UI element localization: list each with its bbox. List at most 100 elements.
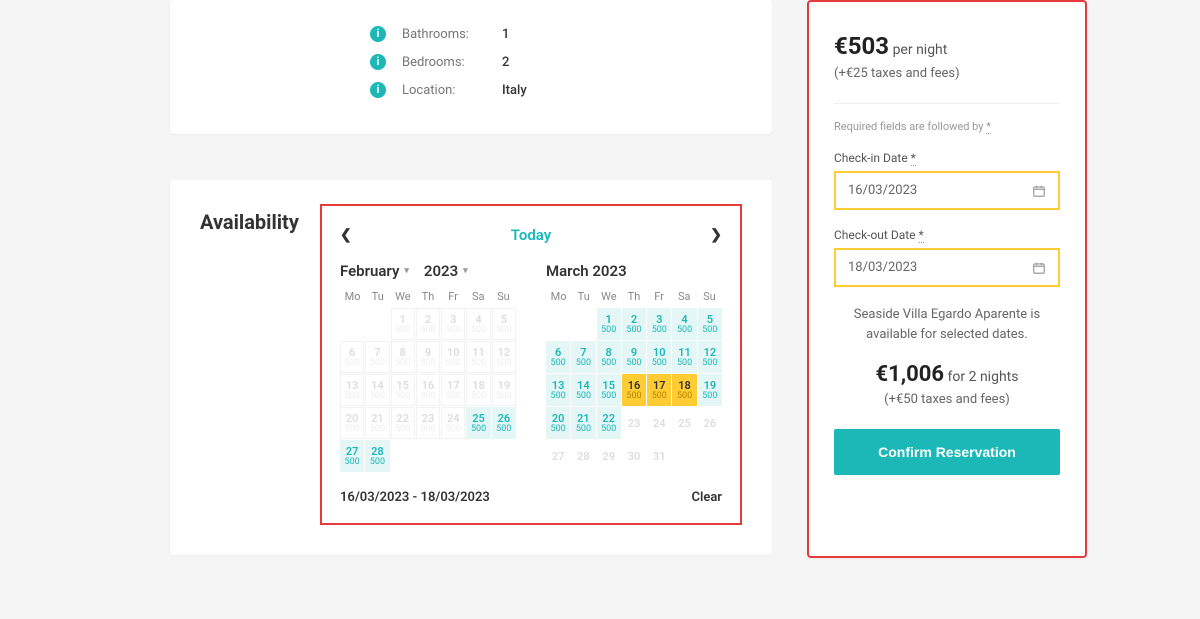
prev-month-button[interactable]: ❮ [340,227,352,243]
calendar-day[interactable]: 4500 [672,308,696,340]
calendar-day[interactable]: 12500 [698,341,722,373]
calendar-day: 22500 [391,407,415,439]
calendar-day[interactable]: 28500 [365,440,389,472]
calendar-day[interactable]: 3500 [647,308,671,340]
dow-label: Su [491,290,516,303]
calendar-month-march: March 2023 MoTuWeThFrSaSu 15002500350045… [546,262,722,472]
calendar-day [546,308,570,340]
calendar-day: 29 [597,440,621,472]
calendar-day[interactable]: 22500 [597,407,621,439]
calendar-day[interactable]: 5500 [698,308,722,340]
calendar-day[interactable]: 21500 [571,407,595,439]
calendar-day[interactable]: 18500 [672,374,696,406]
calendar-day[interactable]: 25500 [466,407,490,439]
calendar-day: 26 [698,407,722,439]
total-value: €1,006 [876,362,945,387]
dow-label: Tu [571,290,596,303]
calendar-day: 9500 [416,341,440,373]
clear-button[interactable]: Clear [691,490,722,505]
checkin-input-wrap[interactable] [834,171,1060,210]
calendar-day[interactable]: 8500 [597,341,621,373]
bathrooms-label: Bathrooms: [402,27,502,42]
calendar-day: 11500 [466,341,490,373]
chevron-down-icon: ▾ [404,266,409,276]
detail-row-location: i Location: Italy [200,76,742,104]
price-value: €503 [834,32,889,60]
calendar-day: 19500 [492,374,516,406]
calendar-day[interactable]: 1500 [597,308,621,340]
calendar-day[interactable]: 7500 [571,341,595,373]
calendar-day[interactable]: 9500 [622,341,646,373]
taxes-per-night: (+€25 taxes and fees) [834,66,1060,81]
calendar-day[interactable]: 14500 [571,374,595,406]
calendar-icon [1032,261,1046,275]
calendar-day: 28 [571,440,595,472]
month-title-march: March 2023 [546,262,722,280]
dow-label: Mo [546,290,571,303]
calendar-day [365,308,389,340]
calendar-day: 1500 [391,308,415,340]
calendar-day [340,308,364,340]
calendar-day: 2500 [416,308,440,340]
month-select[interactable]: February ▾ [340,262,409,280]
calendar-day: 10500 [441,341,465,373]
bedrooms-label: Bedrooms: [402,55,502,70]
calendar-day[interactable]: 19500 [698,374,722,406]
calendar-day[interactable]: 27500 [340,440,364,472]
calendar-day: 27 [546,440,570,472]
dow-label: Th [415,290,440,303]
calendar-day: 24500 [441,407,465,439]
next-month-button[interactable]: ❯ [710,227,722,243]
calendar-day: 6500 [340,341,364,373]
year-select[interactable]: 2023 ▾ [424,262,468,280]
calendar-day[interactable]: 20500 [546,407,570,439]
checkin-input[interactable] [848,183,1032,198]
required-fields-note: Required fields are followed by * [834,120,1060,133]
calendar-day: 8500 [391,341,415,373]
calendar-day: 7500 [365,341,389,373]
location-value: Italy [502,83,527,98]
checkout-input[interactable] [848,260,1032,275]
calendar-day: 3500 [441,308,465,340]
calendar-icon [1032,184,1046,198]
info-icon: i [370,82,386,98]
dow-label: Sa [466,290,491,303]
calendar-day[interactable]: 13500 [546,374,570,406]
availability-message: Seaside Villa Egardo Aparente is availab… [834,305,1060,344]
calendar-day[interactable]: 10500 [647,341,671,373]
calendar-day: 31 [647,440,671,472]
confirm-reservation-button[interactable]: Confirm Reservation [834,429,1060,475]
calendar-day: 15500 [391,374,415,406]
dow-label: Fr [647,290,672,303]
calendar-day: 13500 [340,374,364,406]
availability-card: Availability ❮ Today ❯ February ▾ [170,180,772,555]
calendar-day[interactable]: 17500 [647,374,671,406]
total-taxes: (+€50 taxes and fees) [834,392,1060,407]
total-suffix: for 2 nights [948,369,1019,385]
calendar-day[interactable]: 16500 [622,374,646,406]
today-button[interactable]: Today [511,226,551,244]
divider [834,103,1060,104]
calendar-day[interactable]: 15500 [597,374,621,406]
dow-label: We [596,290,621,303]
dow-label: Mo [340,290,365,303]
dow-label: Tu [365,290,390,303]
calendar-day: 14500 [365,374,389,406]
booking-panel: €503 per night (+€25 taxes and fees) Req… [807,0,1087,558]
total-price: €1,006 for 2 nights [834,362,1060,387]
calendar-day[interactable]: 6500 [546,341,570,373]
checkout-input-wrap[interactable] [834,248,1060,287]
calendar-day: 23500 [416,407,440,439]
calendar-day: 20500 [340,407,364,439]
calendar-day[interactable]: 11500 [672,341,696,373]
calendar-day: 24 [647,407,671,439]
calendar-day [571,308,595,340]
calendar-day[interactable]: 2500 [622,308,646,340]
calendar-day[interactable]: 26500 [492,407,516,439]
calendar-day: 18500 [466,374,490,406]
dow-label: Sa [672,290,697,303]
bathrooms-value: 1 [502,27,509,42]
calendar-day: 4500 [466,308,490,340]
dow-label: Fr [441,290,466,303]
property-details-card: i Bathrooms: 1 i Bedrooms: 2 i Location:… [170,0,772,134]
